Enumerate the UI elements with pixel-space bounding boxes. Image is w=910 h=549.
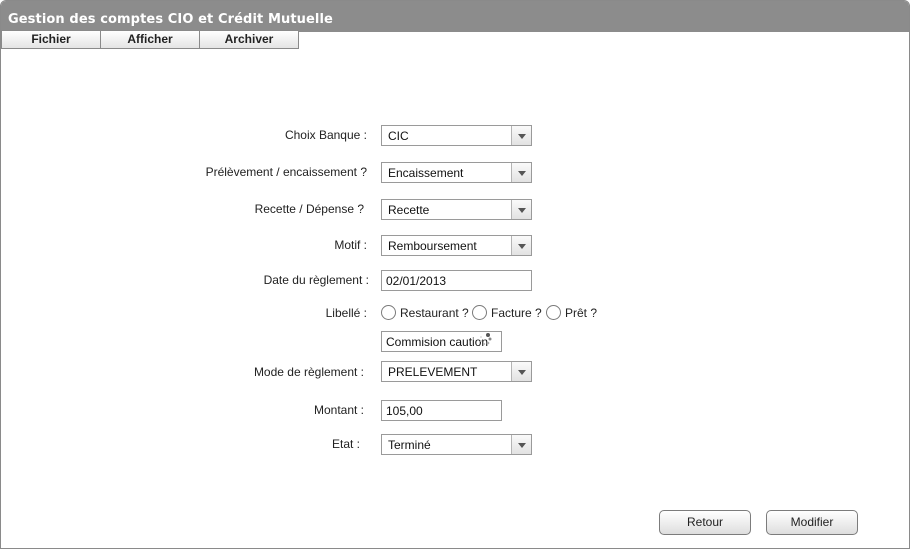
payment-date-label: Date du règlement : xyxy=(263,273,369,287)
radio-restaurant[interactable]: Restaurant ? xyxy=(381,305,469,320)
window-title: Gestion des comptes CIO et Crédit Mutuel… xyxy=(8,12,333,27)
radio-pret[interactable]: Prêt ? xyxy=(546,305,597,320)
payment-method-label: Mode de règlement : xyxy=(253,365,364,379)
title-bar: Gestion des comptes CIO et Crédit Mutuel… xyxy=(1,1,909,32)
status-select[interactable]: Terminé xyxy=(381,434,532,455)
reason-select-value: Remboursement xyxy=(388,239,477,253)
menu-fichier[interactable]: Fichier xyxy=(1,30,101,49)
loading-spinner-icon xyxy=(480,333,492,346)
chevron-down-icon[interactable] xyxy=(511,126,531,145)
radio-circle-icon[interactable] xyxy=(546,305,561,320)
bank-select[interactable]: CIC xyxy=(381,125,532,146)
payment-method-select[interactable]: PRELEVEMENT xyxy=(381,361,532,382)
payment-method-select-value: PRELEVEMENT xyxy=(388,365,478,379)
wording-text-field[interactable]: Commision caution xyxy=(381,331,502,352)
amount-value: 105,00 xyxy=(386,404,423,418)
amount-label: Montant : xyxy=(313,403,364,417)
chevron-down-icon[interactable] xyxy=(511,163,531,182)
radio-circle-icon[interactable] xyxy=(472,305,487,320)
back-button[interactable]: Retour xyxy=(659,510,751,535)
radio-facture[interactable]: Facture ? xyxy=(472,305,542,320)
modify-button[interactable]: Modifier xyxy=(766,510,858,535)
radio-circle-icon[interactable] xyxy=(381,305,396,320)
radio-facture-label: Facture ? xyxy=(491,305,542,320)
amount-field[interactable]: 105,00 xyxy=(381,400,502,421)
menu-bar: Fichier Afficher Archiver xyxy=(1,30,299,49)
status-select-value: Terminé xyxy=(388,438,431,452)
payment-date-field[interactable]: 02/01/2013 xyxy=(381,270,532,291)
menu-archiver[interactable]: Archiver xyxy=(199,30,299,49)
status-label: Etat : xyxy=(331,437,360,451)
bank-label: Choix Banque : xyxy=(284,128,367,142)
reason-select[interactable]: Remboursement xyxy=(381,235,532,256)
radio-pret-label: Prêt ? xyxy=(565,305,598,320)
payment-date-value: 02/01/2013 xyxy=(386,274,447,288)
menu-afficher[interactable]: Afficher xyxy=(100,30,200,49)
chevron-down-icon[interactable] xyxy=(511,362,531,381)
debit-credit-label: Prélèvement / encaissement ? xyxy=(205,165,367,179)
app-window: Gestion des comptes CIO et Crédit Mutuel… xyxy=(0,0,910,549)
chevron-down-icon[interactable] xyxy=(511,236,531,255)
chevron-down-icon[interactable] xyxy=(511,200,531,219)
debit-credit-select-value: Encaissement xyxy=(388,166,464,180)
income-expense-select-value: Recette xyxy=(388,203,430,217)
bank-select-value: CIC xyxy=(388,129,409,143)
wording-label: Libellé : xyxy=(325,306,367,320)
chevron-down-icon[interactable] xyxy=(511,435,531,454)
debit-credit-select[interactable]: Encaissement xyxy=(381,162,532,183)
reason-label: Motif : xyxy=(334,238,367,252)
income-expense-label: Recette / Dépense ? xyxy=(254,202,364,216)
radio-restaurant-label: Restaurant ? xyxy=(400,305,469,320)
income-expense-select[interactable]: Recette xyxy=(381,199,532,220)
